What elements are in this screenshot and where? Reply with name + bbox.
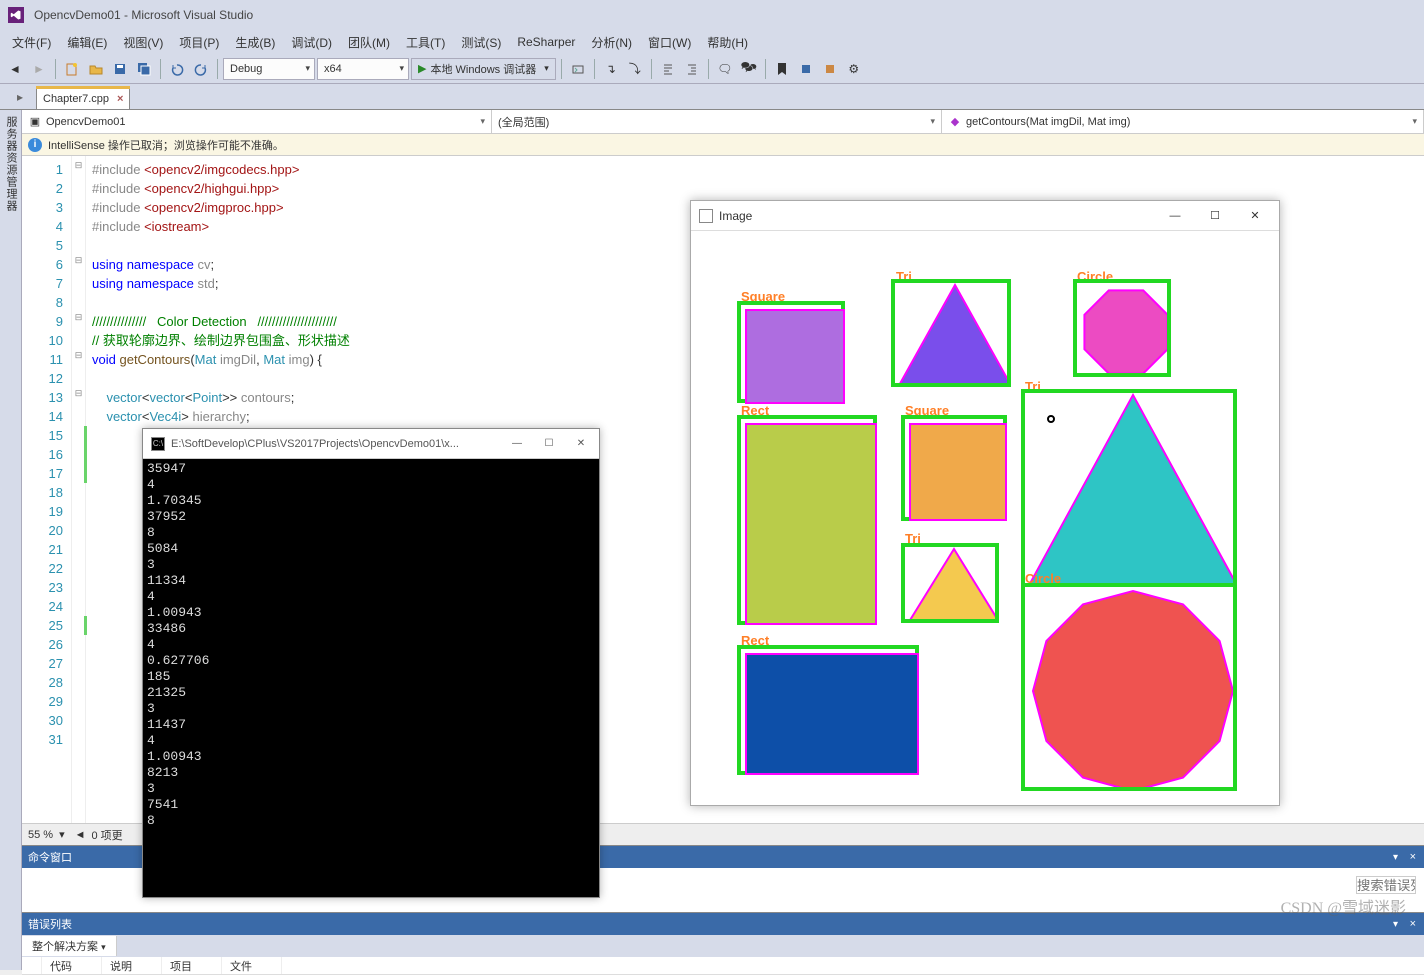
uncomment-icon[interactable]: 🗫: [738, 58, 760, 80]
console-icon: C:\: [151, 437, 165, 451]
project-icon: ▣: [28, 115, 42, 129]
menu-item[interactable]: 编辑(E): [59, 32, 115, 53]
vs-logo-icon: [8, 7, 24, 23]
menu-item[interactable]: ReSharper: [509, 33, 583, 51]
menu-item[interactable]: 生成(B): [227, 32, 283, 53]
open-icon[interactable]: [85, 58, 107, 80]
menu-item[interactable]: 帮助(H): [699, 32, 756, 53]
error-list-panel: 错误列表 ▾ × 整个解决方案 ▾ 代码说明项目文件: [22, 912, 1424, 970]
shape-bbox: [1021, 389, 1237, 587]
close-tab-icon[interactable]: ×: [117, 93, 123, 105]
shape-bbox: [901, 543, 999, 623]
bookmark-icon[interactable]: [771, 58, 793, 80]
err-scope-combo[interactable]: 整个解决方案 ▾: [22, 936, 117, 956]
new-icon[interactable]: [61, 58, 83, 80]
err-col-header[interactable]: [22, 957, 42, 974]
nav-member-combo[interactable]: ◆ getContours(Mat imgDil, Mat img): [942, 110, 1424, 133]
menu-item[interactable]: 分析(N): [583, 32, 640, 53]
tab-chapter7[interactable]: Chapter7.cpp ×: [36, 87, 130, 109]
pin-icon[interactable]: ▾: [1393, 852, 1398, 863]
config-combo[interactable]: Debug: [223, 58, 315, 80]
close-panel-icon[interactable]: ×: [1410, 851, 1416, 863]
left-sidebar: 服务器资源管理器工具箱: [0, 110, 22, 970]
err-col-header[interactable]: 代码: [42, 957, 102, 974]
zoom-combo[interactable]: 55 %: [28, 829, 53, 841]
shape-bbox: [891, 279, 1011, 387]
image-title-bar[interactable]: Image — ☐ ✕: [691, 201, 1279, 231]
window-icon: [699, 209, 713, 223]
comment-icon[interactable]: 🗨: [714, 58, 736, 80]
watermark: CSDN @雪域迷影: [1281, 894, 1406, 918]
nav-row: ▣ OpencvDemo01 (全局范围) ◆ getContours(Mat …: [22, 110, 1424, 134]
fold-gutter[interactable]: ⊟⊟⊟⊟⊟: [72, 156, 86, 823]
tab-row: ▸ Chapter7.cpp ×: [0, 84, 1424, 110]
redo-icon[interactable]: [190, 58, 212, 80]
saveall-icon[interactable]: [133, 58, 155, 80]
minimize-icon[interactable]: —: [1155, 203, 1195, 229]
shape-bbox: [737, 415, 877, 625]
close-icon[interactable]: ✕: [567, 434, 595, 454]
info-bar: i IntelliSense 操作已取消；浏览操作可能不准确。: [22, 134, 1424, 156]
menu-item[interactable]: 窗口(W): [640, 32, 699, 53]
error-search: [1356, 874, 1416, 896]
shape-bbox: [901, 415, 1007, 521]
indent-left-icon[interactable]: [657, 58, 679, 80]
maximize-icon[interactable]: ☐: [1195, 203, 1235, 229]
console-output: 35947 4 1.70345 37952 8 5084 3 11334 4 1…: [143, 459, 599, 897]
method-icon: ◆: [948, 115, 962, 129]
shape-bbox: [1021, 583, 1237, 791]
console-title-bar[interactable]: C:\ E:\SoftDevelop\CPlus\VS2017Projects\…: [143, 429, 599, 459]
menu-item[interactable]: 视图(V): [115, 32, 171, 53]
tool2-icon[interactable]: [819, 58, 841, 80]
err-columns: 代码说明项目文件: [22, 957, 1424, 975]
undo-icon[interactable]: [166, 58, 188, 80]
info-icon: i: [28, 138, 42, 152]
indent-right-icon[interactable]: [681, 58, 703, 80]
close-icon[interactable]: ✕: [1235, 203, 1275, 229]
menu-item[interactable]: 文件(F): [4, 32, 59, 53]
close-panel-icon[interactable]: ×: [1410, 918, 1416, 930]
pin-icon[interactable]: ▾: [1393, 919, 1398, 930]
stepover-icon[interactable]: ⤵: [624, 58, 646, 80]
title-text: OpencvDemo01 - Microsoft Visual Studio: [34, 8, 253, 22]
error-list-header[interactable]: 错误列表 ▾ ×: [22, 913, 1424, 935]
shape-bbox: [737, 301, 845, 403]
shape-bbox: [1073, 279, 1171, 377]
menu-item[interactable]: 工具(T): [398, 32, 453, 53]
tab-label: Chapter7.cpp: [43, 93, 109, 105]
menu-item[interactable]: 调试(D): [283, 32, 340, 53]
toolbar: ◄ ► Debug x64 ▶本地 Windows 调试器▾ ↴ ⤵ 🗨 🗫 ⚙: [0, 54, 1424, 84]
minimize-icon[interactable]: —: [503, 434, 531, 454]
menu-item[interactable]: 测试(S): [453, 32, 509, 53]
start-debug-button[interactable]: ▶本地 Windows 调试器▾: [411, 58, 556, 80]
line-gutter: 1234567891011121314151617181920212223242…: [22, 156, 72, 823]
nav-back-icon[interactable]: ◄: [4, 58, 26, 80]
platform-combo[interactable]: x64: [317, 58, 409, 80]
sidebar-tab[interactable]: 服务器资源管理器: [3, 116, 19, 964]
shape-bbox: [737, 645, 919, 775]
process-icon[interactable]: [567, 58, 589, 80]
tool-icon[interactable]: [795, 58, 817, 80]
image-canvas: SquareTriCircleRectSquareTriTriRectCircl…: [691, 231, 1279, 805]
nav-project-combo[interactable]: ▣ OpencvDemo01: [22, 110, 492, 133]
titlebar: OpencvDemo01 - Microsoft Visual Studio: [0, 0, 1424, 30]
error-search-input[interactable]: [1356, 876, 1416, 894]
err-col-header[interactable]: 项目: [162, 957, 222, 974]
menu-item[interactable]: 项目(P): [171, 32, 227, 53]
maximize-icon[interactable]: ☐: [535, 434, 563, 454]
err-col-header[interactable]: 文件: [222, 957, 282, 974]
console-window[interactable]: C:\ E:\SoftDevelop\CPlus\VS2017Projects\…: [142, 428, 600, 898]
menubar: 文件(F)编辑(E)视图(V)项目(P)生成(B)调试(D)团队(M)工具(T)…: [0, 30, 1424, 54]
nav-scope-combo[interactable]: (全局范围): [492, 110, 942, 133]
image-window[interactable]: Image — ☐ ✕ SquareTriCircleRectSquareTri…: [690, 200, 1280, 806]
menu-item[interactable]: 团队(M): [340, 32, 398, 53]
save-icon[interactable]: [109, 58, 131, 80]
settings-icon[interactable]: ⚙: [843, 58, 865, 80]
err-col-header[interactable]: 说明: [102, 957, 162, 974]
tab-scroll-left-icon[interactable]: ▸: [10, 88, 30, 106]
stepinto-icon[interactable]: ↴: [600, 58, 622, 80]
nav-fwd-icon[interactable]: ►: [28, 58, 50, 80]
